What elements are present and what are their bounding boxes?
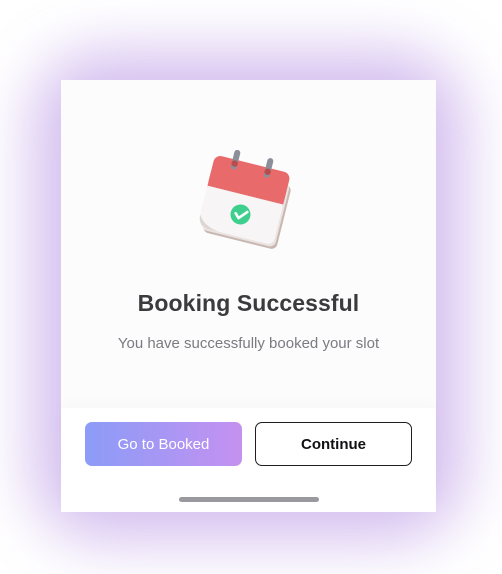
go-to-booked-button[interactable]: Go to Booked: [85, 422, 242, 466]
continue-button[interactable]: Continue: [255, 422, 412, 466]
calendar-check-icon: [192, 149, 304, 260]
action-bar: Go to Booked Continue: [61, 408, 436, 512]
dialog-title: Booking Successful: [137, 290, 360, 316]
screen: Booking Successful You have successfully…: [0, 0, 502, 574]
home-indicator: [179, 497, 319, 502]
dialog-message: You have successfully booked your slot: [117, 335, 380, 352]
